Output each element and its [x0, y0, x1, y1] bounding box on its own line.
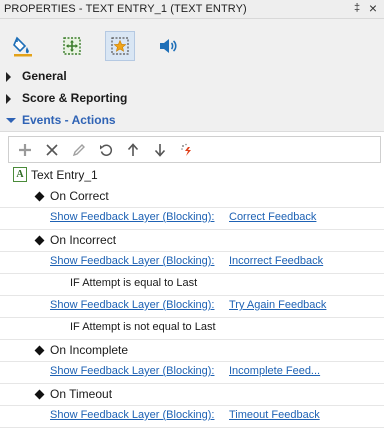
event-label: On Incorrect	[50, 233, 117, 247]
target-link[interactable]: Incorrect Feedback	[229, 255, 323, 267]
add-action-button[interactable]	[15, 140, 35, 160]
tree-root-label: Text Entry_1	[31, 168, 98, 182]
event-on-timeout[interactable]: On Timeout	[0, 383, 384, 405]
pin-icon[interactable]: ‡	[351, 2, 363, 15]
event-on-correct[interactable]: On Correct	[0, 185, 384, 207]
condition-label: IF Attempt is equal to Last	[70, 277, 198, 289]
action-row[interactable]: Show Feedback Layer (Blocking): Try Agai…	[0, 295, 384, 317]
diamond-bullet-icon	[34, 235, 45, 246]
condition-row[interactable]: IF Attempt is not equal to Last	[0, 317, 384, 339]
star-effects-icon	[111, 37, 129, 55]
delete-icon	[46, 144, 58, 156]
expand-arrow-icon	[6, 94, 11, 104]
delete-action-button[interactable]	[42, 140, 62, 160]
close-icon[interactable]: ×	[366, 1, 380, 16]
condition-row[interactable]: IF Attempt is equal to Last	[0, 273, 384, 295]
condition-label: IF Attempt is not equal to Last	[70, 321, 216, 333]
diamond-bullet-icon	[34, 389, 45, 400]
action-row[interactable]: Show Feedback Layer (Blocking): Timeout …	[0, 405, 384, 427]
section-label: Score & Reporting	[22, 91, 128, 105]
target-link[interactable]: Correct Feedback	[229, 211, 316, 223]
section-label: Events - Actions	[22, 113, 116, 127]
diamond-bullet-icon	[34, 345, 45, 356]
edit-action-button[interactable]	[69, 140, 89, 160]
magic-icon	[181, 143, 191, 156]
action-link[interactable]: Show Feedback Layer (Blocking):	[50, 211, 214, 223]
tab-effects[interactable]	[105, 31, 135, 61]
panel-title: PROPERTIES - TEXT ENTRY_1 (TEXT ENTRY)	[4, 3, 247, 15]
action-link[interactable]: Show Feedback Layer (Blocking):	[50, 409, 214, 421]
undo-action-button[interactable]	[96, 140, 116, 160]
move-down-button[interactable]	[150, 140, 170, 160]
section-general[interactable]: General	[0, 66, 384, 88]
action-row[interactable]: Show Feedback Layer (Blocking): Correct …	[0, 207, 384, 229]
undo-icon	[100, 144, 113, 156]
property-tabs	[0, 19, 384, 66]
events-actions-panel: A Text Entry_1 On Correct Show Feedback …	[0, 131, 384, 431]
section-events-actions[interactable]: Events - Actions	[0, 110, 384, 132]
collapse-arrow-icon	[6, 118, 16, 123]
move-down-icon	[154, 144, 166, 157]
add-icon	[19, 144, 31, 156]
event-label: On Incomplete	[50, 343, 129, 357]
tab-audio[interactable]	[153, 31, 183, 61]
event-label: On Timeout	[50, 387, 113, 401]
section-label: General	[22, 69, 67, 83]
target-link[interactable]: Incomplete Feed...	[229, 365, 320, 377]
target-link[interactable]: Timeout Feedback	[229, 409, 320, 421]
text-entry-icon: A	[13, 167, 27, 182]
event-on-incorrect[interactable]: On Incorrect	[0, 229, 384, 251]
action-link[interactable]: Show Feedback Layer (Blocking):	[50, 365, 214, 377]
magic-action-button[interactable]	[177, 140, 197, 160]
event-label: On Correct	[50, 189, 109, 203]
tab-fill[interactable]	[8, 31, 38, 61]
actions-toolbar	[8, 136, 381, 163]
move-up-icon	[127, 143, 139, 156]
action-row[interactable]: Show Feedback Layer (Blocking): Incomple…	[0, 361, 384, 383]
audio-icon	[160, 39, 177, 53]
section-score-reporting[interactable]: Score & Reporting	[0, 88, 384, 110]
divider	[0, 427, 384, 428]
tab-size[interactable]	[57, 31, 87, 61]
panel-titlebar: PROPERTIES - TEXT ENTRY_1 (TEXT ENTRY) ‡…	[0, 0, 384, 19]
tree-root[interactable]: A Text Entry_1	[0, 164, 384, 186]
target-link[interactable]: Try Again Feedback	[229, 299, 326, 311]
event-on-incomplete[interactable]: On Incomplete	[0, 339, 384, 361]
action-link[interactable]: Show Feedback Layer (Blocking):	[50, 299, 214, 311]
action-row[interactable]: Show Feedback Layer (Blocking): Incorrec…	[0, 251, 384, 273]
edit-icon	[72, 144, 85, 157]
size-position-icon	[63, 37, 81, 55]
move-up-button[interactable]	[123, 140, 143, 160]
diamond-bullet-icon	[34, 191, 45, 202]
paint-bucket-icon	[13, 36, 32, 57]
expand-arrow-icon	[6, 72, 11, 82]
action-link[interactable]: Show Feedback Layer (Blocking):	[50, 255, 214, 267]
